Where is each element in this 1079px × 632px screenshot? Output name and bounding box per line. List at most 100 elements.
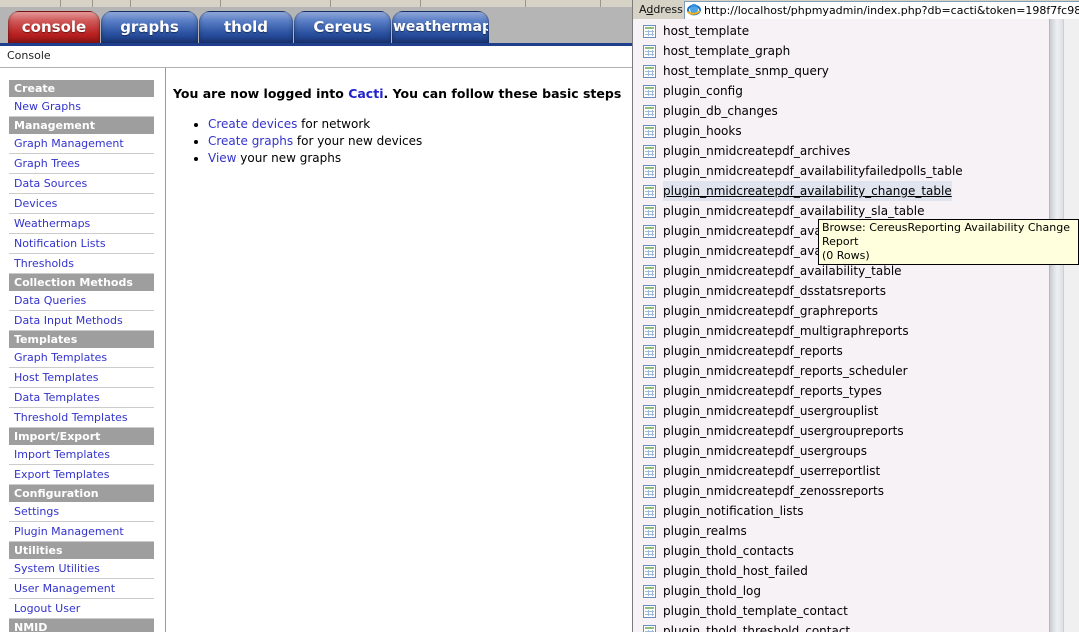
- table-name-link[interactable]: plugin_nmidcreatepdf_dsstatsreports: [663, 281, 886, 301]
- sidebar-item-data-queries[interactable]: Data Queries: [9, 291, 154, 311]
- step-text: your new graphs: [236, 151, 342, 165]
- table-name-link[interactable]: plugin_nmidcreatepdf_usergroups: [663, 441, 867, 461]
- tab-cereus[interactable]: Cereus: [294, 11, 391, 43]
- table-name-link[interactable]: plugin_thold_threshold_contact: [663, 621, 850, 632]
- table-row[interactable]: plugin_nmidcreatepdf_usergroupreports: [633, 421, 1049, 441]
- table-row[interactable]: plugin_nmidcreatepdf_userreportlist: [633, 461, 1049, 481]
- table-name-link[interactable]: plugin_hooks: [663, 121, 742, 141]
- phpmyadmin-browser-window: Address http://localhost/phpmyadmin/inde…: [632, 0, 1079, 632]
- table-name-link[interactable]: plugin_nmidcreatepdf_reports: [663, 341, 843, 361]
- table-name-link[interactable]: plugin_nmidcreatepdf_zenossreports: [663, 481, 884, 501]
- sidebar-item-thresholds[interactable]: Thresholds: [9, 254, 154, 274]
- table-name-link[interactable]: plugin_nmidcreatepdf_graphreports: [663, 301, 878, 321]
- phpmyadmin-scroll-area: [1049, 19, 1079, 632]
- sidebar-item-graph-trees[interactable]: Graph Trees: [9, 154, 154, 174]
- database-table-list[interactable]: host_template host_template_graph host_tem…: [633, 19, 1049, 632]
- step-link[interactable]: Create devices: [208, 117, 297, 131]
- table-row[interactable]: plugin_nmidcreatepdf_availability_change…: [633, 181, 1049, 201]
- table-name-link[interactable]: plugin_db_changes: [663, 101, 778, 121]
- table-name-link[interactable]: plugin_notification_lists: [663, 501, 803, 521]
- table-row[interactable]: plugin_nmidcreatepdf_availability_sla_ta…: [633, 201, 1049, 221]
- sidebar-item-weathermaps[interactable]: Weathermaps: [9, 214, 154, 234]
- table-row[interactable]: host_template: [633, 21, 1049, 41]
- table-icon: [643, 64, 656, 78]
- table-row[interactable]: plugin_nmidcreatepdf_zenossreports: [633, 481, 1049, 501]
- sidebar-item-user-management[interactable]: User Management: [9, 579, 154, 599]
- sidebar-item-system-utilities[interactable]: System Utilities: [9, 559, 154, 579]
- sidebar-item-new-graphs[interactable]: New Graphs: [9, 97, 154, 117]
- breadcrumb: Console: [7, 49, 51, 62]
- table-row[interactable]: plugin_hooks: [633, 121, 1049, 141]
- table-name-link[interactable]: plugin_nmidcreatepdf_userreportlist: [663, 461, 880, 481]
- table-name-link[interactable]: plugin_thold_template_contact: [663, 601, 848, 621]
- table-icon: [643, 444, 656, 458]
- table-row[interactable]: plugin_thold_host_failed: [633, 561, 1049, 581]
- table-row[interactable]: plugin_nmidcreatepdf_graphreports: [633, 301, 1049, 321]
- cacti-link[interactable]: Cacti: [348, 86, 383, 101]
- sidebar-item-data-templates[interactable]: Data Templates: [9, 388, 154, 408]
- sidebar-item-host-templates[interactable]: Host Templates: [9, 368, 154, 388]
- table-name-link[interactable]: plugin_nmidcreatepdf_usergrouplist: [663, 401, 878, 421]
- table-name-link[interactable]: plugin_nmidcreatepdf_archives: [663, 141, 850, 161]
- table-name-link[interactable]: plugin_thold_log: [663, 581, 761, 601]
- table-icon: [643, 504, 656, 518]
- tab-thold[interactable]: thold: [199, 11, 293, 43]
- table-name-link[interactable]: plugin_nmidcreatepdf_reports_scheduler: [663, 361, 908, 381]
- table-row[interactable]: plugin_config: [633, 81, 1049, 101]
- table-row[interactable]: plugin_thold_log: [633, 581, 1049, 601]
- sidebar-item-notification-lists[interactable]: Notification Lists: [9, 234, 154, 254]
- table-name-link[interactable]: plugin_nmidcreatepdf_reports_types: [663, 381, 882, 401]
- sidebar-item-devices[interactable]: Devices: [9, 194, 154, 214]
- tab-graphs[interactable]: graphs: [101, 11, 198, 43]
- table-row[interactable]: plugin_thold_threshold_contact: [633, 621, 1049, 632]
- sidebar-item-export-templates[interactable]: Export Templates: [9, 465, 154, 485]
- table-row[interactable]: plugin_nmidcreatepdf_usergroups: [633, 441, 1049, 461]
- sidebar-item-logout-user[interactable]: Logout User: [9, 599, 154, 619]
- step-link[interactable]: Create graphs: [208, 134, 293, 148]
- table-name-link[interactable]: plugin_nmidcreatepdf_availability_change…: [663, 181, 952, 201]
- sidebar-item-settings[interactable]: Settings: [9, 502, 154, 522]
- table-row[interactable]: plugin_nmidcreatepdf_reports: [633, 341, 1049, 361]
- table-name-link[interactable]: host_template: [663, 21, 749, 41]
- sidebar-item-import-templates[interactable]: Import Templates: [9, 445, 154, 465]
- table-row[interactable]: host_template_snmp_query: [633, 61, 1049, 81]
- table-row[interactable]: plugin_notification_lists: [633, 501, 1049, 521]
- table-icon: [643, 284, 656, 298]
- table-row[interactable]: plugin_realms: [633, 521, 1049, 541]
- table-row[interactable]: plugin_nmidcreatepdf_multigraphreports: [633, 321, 1049, 341]
- table-row[interactable]: plugin_thold_contacts: [633, 541, 1049, 561]
- table-name-link[interactable]: plugin_config: [663, 81, 743, 101]
- sidebar-item-plugin-management[interactable]: Plugin Management: [9, 522, 154, 542]
- table-row[interactable]: plugin_nmidcreatepdf_dsstatsreports: [633, 281, 1049, 301]
- table-name-link[interactable]: plugin_nmidcreatepdf_multigraphreports: [663, 321, 909, 341]
- sidebar-item-data-input-methods[interactable]: Data Input Methods: [9, 311, 154, 331]
- table-row[interactable]: plugin_db_changes: [633, 101, 1049, 121]
- table-name-link[interactable]: plugin_nmidcreatepdf_availabilityfailedp…: [663, 161, 963, 181]
- table-row[interactable]: plugin_nmidcreatepdf_archives: [633, 141, 1049, 161]
- table-name-link[interactable]: plugin_nmidcreatepdf_availability_sla_ta…: [663, 201, 925, 221]
- vertical-scrollbar-track[interactable]: [1063, 19, 1079, 632]
- table-name-link[interactable]: plugin_realms: [663, 521, 747, 541]
- sidebar-item-data-sources[interactable]: Data Sources: [9, 174, 154, 194]
- table-row[interactable]: plugin_nmidcreatepdf_reports_scheduler: [633, 361, 1049, 381]
- table-icon: [643, 484, 656, 498]
- table-name-link[interactable]: host_template_graph: [663, 41, 790, 61]
- sidebar-section-header: Create: [9, 80, 154, 97]
- table-name-link[interactable]: host_template_snmp_query: [663, 61, 829, 81]
- table-name-link[interactable]: plugin_thold_host_failed: [663, 561, 808, 581]
- table-row[interactable]: plugin_nmidcreatepdf_reports_types: [633, 381, 1049, 401]
- table-name-link[interactable]: plugin_nmidcreatepdf_usergroupreports: [663, 421, 904, 441]
- tab-console[interactable]: console: [8, 11, 100, 43]
- table-name-link[interactable]: plugin_thold_contacts: [663, 541, 794, 561]
- tab-weathermap[interactable]: weathermap: [392, 11, 489, 43]
- sidebar-item-graph-templates[interactable]: Graph Templates: [9, 348, 154, 368]
- table-row[interactable]: host_template_graph: [633, 41, 1049, 61]
- table-row[interactable]: plugin_nmidcreatepdf_availabilityfailedp…: [633, 161, 1049, 181]
- sidebar-item-graph-management[interactable]: Graph Management: [9, 134, 154, 154]
- table-row[interactable]: plugin_nmidcreatepdf_usergrouplist: [633, 401, 1049, 421]
- address-input[interactable]: http://localhost/phpmyadmin/index.php?db…: [684, 1, 1079, 20]
- sidebar-item-threshold-templates[interactable]: Threshold Templates: [9, 408, 154, 428]
- table-row[interactable]: plugin_thold_template_contact: [633, 601, 1049, 621]
- step-link[interactable]: View: [208, 151, 236, 165]
- screen: console graphs thold Cereus weathermap C…: [0, 0, 1079, 632]
